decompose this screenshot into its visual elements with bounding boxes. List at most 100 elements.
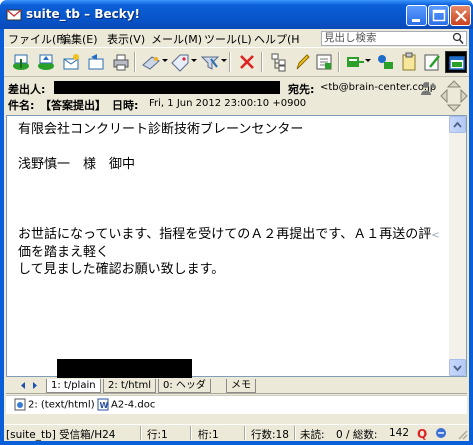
tab-header[interactable]: 0: ヘッダ [158, 379, 211, 393]
print-icon [113, 54, 129, 71]
menu-tools[interactable]: ツール(L) [204, 31, 252, 47]
scroll-up-icon [453, 121, 462, 128]
from-label: 差出人: [8, 83, 46, 96]
toolbar-separator [229, 52, 231, 72]
delete-button[interactable] [236, 51, 258, 73]
wrap-marker: < [431, 230, 440, 241]
window-button[interactable] [445, 51, 467, 73]
body-line-text: お世話になっています、指程を受けてのＡ２再提出です、Ａ１再送の評 [18, 227, 432, 242]
resize-grip-icon[interactable] [456, 428, 468, 440]
body-line: 価を踏まえ軽く [18, 244, 110, 260]
menu-help[interactable]: ヘルプ(H [254, 31, 300, 47]
clipboard-button[interactable] [398, 51, 420, 73]
send-mail-button[interactable] [35, 51, 57, 73]
from-redacted [54, 81, 280, 94]
close-icon [455, 10, 467, 22]
body-line [18, 209, 454, 227]
signature-redacted [57, 359, 192, 380]
menu-mail[interactable]: メール(M) [151, 31, 202, 47]
note-icon [316, 54, 332, 70]
scroll-up-button[interactable] [449, 116, 466, 133]
menu-view[interactable]: 表示(V) [107, 31, 145, 47]
status-line-count: 行数:18 [251, 429, 289, 441]
edit-button[interactable] [291, 51, 313, 73]
search-placeholder: 見出し検索 [324, 32, 377, 44]
filter-dropdown-icon[interactable] [221, 59, 227, 62]
body-line: 浅野慎一 様 御中 [18, 157, 136, 172]
reply-button[interactable] [85, 51, 107, 73]
reply-icon [88, 54, 104, 70]
forward-dropdown-icon[interactable] [162, 59, 168, 62]
label-button[interactable] [169, 51, 191, 73]
vertical-scrollbar[interactable] [449, 116, 466, 376]
nav-up-icon [446, 80, 462, 88]
memo-edit-button[interactable] [421, 51, 443, 73]
message-text: 有限会社コンクリート診断技術ブレーンセンター 浅野慎一 様 御中 お世話になって… [18, 121, 454, 279]
message-body[interactable]: 有限会社コンクリート診断技術ブレーンセンター 浅野慎一 様 御中 お世話になって… [6, 115, 467, 380]
status-column: 桁:1 [198, 429, 219, 441]
menu-edit[interactable]: 編集(E) [60, 31, 98, 47]
status-separator [190, 426, 192, 440]
tab-html[interactable]: 2: t/html [103, 379, 156, 393]
window-title: suite_tb – Becky! [26, 7, 141, 21]
part-tabs: 1: t/plain 2: t/html 0: ヘッダ メモ [6, 378, 467, 394]
label-dropdown-icon[interactable] [191, 59, 197, 62]
clipboard-icon [402, 52, 416, 71]
note-button[interactable] [313, 51, 335, 73]
sort-dropdown-icon[interactable] [365, 59, 371, 62]
sort-icon [347, 57, 364, 67]
app-window: suite_tb – Becky! ファイル(F) 編集(E) 表示(V) メー… [0, 0, 473, 445]
menu-file[interactable]: ファイル(F) [8, 31, 67, 47]
navigation-pad[interactable] [439, 79, 469, 113]
tree-view-button[interactable] [268, 51, 290, 73]
client-area: ファイル(F) 編集(E) 表示(V) メール(M) ツール(L) ヘルプ(H … [4, 29, 469, 441]
window-icon [449, 56, 465, 70]
toolbar [4, 47, 469, 77]
filter-icon [200, 56, 220, 70]
tab-plain-text[interactable]: 1: t/plain [46, 379, 101, 393]
get-mail-icon [13, 54, 29, 70]
message-header: 差出人: 宛先: <tb@brain-center.co.jp 件名: 【答案提… [6, 78, 469, 114]
nav-down-icon [446, 104, 462, 112]
minimize-button[interactable] [406, 5, 427, 26]
online-status-icon[interactable] [434, 426, 448, 440]
word-doc-icon: W [97, 398, 109, 411]
scroll-down-button[interactable] [449, 359, 466, 376]
address-book-icon [378, 55, 393, 69]
get-mail-button[interactable] [10, 51, 32, 73]
memo-edit-icon [424, 54, 440, 71]
tab-right-icon [33, 382, 37, 389]
to-label: 宛先: [288, 83, 315, 96]
status-unread: 未読: [300, 429, 325, 441]
delete-icon [240, 55, 254, 69]
scroll-down-icon [453, 365, 462, 372]
status-unread-total: 0 / 総数: [336, 429, 378, 441]
compose-icon [63, 54, 79, 70]
filter-button[interactable] [199, 51, 221, 73]
status-bar: [suite_tb] 受信箱/H24 行:1 桁:1 行数:18 未読: 0 /… [4, 424, 469, 441]
status-total: 142 [389, 427, 410, 439]
menu-bar: ファイル(F) 編集(E) 表示(V) メール(M) ツール(L) ヘルプ(H … [4, 29, 469, 47]
forward-button[interactable] [140, 51, 162, 73]
attachment-doc[interactable]: W A2-4.doc [97, 398, 155, 411]
body-line [18, 139, 454, 157]
svg-text:Q: Q [417, 427, 427, 440]
quick-search-icon[interactable]: Q [416, 426, 430, 440]
search-icon [452, 32, 464, 45]
close-button[interactable] [450, 5, 471, 26]
compose-button[interactable] [60, 51, 82, 73]
print-button[interactable] [110, 51, 132, 73]
maximize-button[interactable] [428, 5, 449, 26]
attachment-html[interactable]: 2: (text/html) [14, 398, 95, 411]
header-search-input[interactable]: 見出し検索 [321, 31, 467, 46]
attachment-bar: 2: (text/html) W A2-4.doc [6, 395, 467, 414]
edit-icon [296, 54, 310, 70]
address-book-button[interactable] [374, 51, 396, 73]
title-bar[interactable]: suite_tb – Becky! [0, 0, 473, 29]
add-person-icon[interactable] [419, 80, 437, 96]
tab-scroll-arrows[interactable] [16, 379, 42, 392]
sort-button[interactable] [344, 51, 366, 73]
tab-memo[interactable]: メモ [226, 379, 256, 393]
toolbar-separator [261, 52, 263, 72]
toolbar-separator [338, 52, 340, 72]
